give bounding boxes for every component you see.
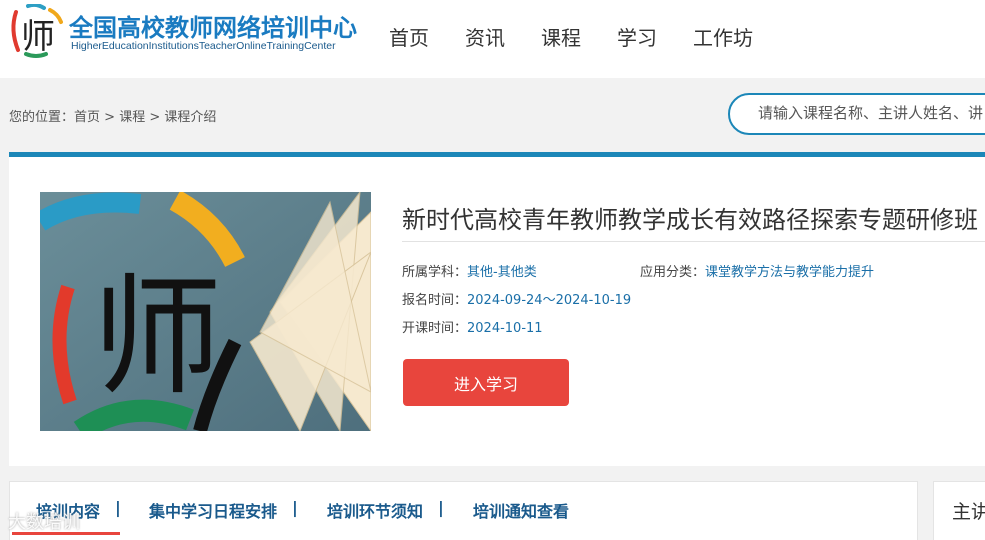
site-header: 师 全国高校教师网络培训中心 HigherEducationInstitutio… <box>0 0 985 78</box>
enroll-time-value: 2024-09-24～2024-10-19 <box>467 293 632 308</box>
search-input[interactable] <box>758 104 985 122</box>
tab-separator: | <box>438 498 444 517</box>
tab-separator: | <box>292 498 298 517</box>
course-tabs: 培训内容 | 集中学习日程安排 | 培训环节须知 | 培训通知查看 <box>9 481 918 540</box>
subject-label: 所属学科： <box>402 265 468 280</box>
tab-schedule[interactable]: 集中学习日程安排 <box>149 498 277 522</box>
breadcrumb-separator: > <box>145 110 165 125</box>
lecturer-panel: 主讲 <box>933 481 985 540</box>
enter-learning-button[interactable]: 进入学习 <box>403 359 569 406</box>
nav-courses[interactable]: 课程 <box>541 22 581 51</box>
logo-title[interactable]: 全国高校教师网络培训中心 <box>69 8 357 43</box>
enroll-time-row: 报名时间：2024-09-24～2024-10-19 <box>402 289 631 308</box>
course-title: 新时代高校青年教师教学成长有效路径探索专题研修班 <box>402 206 978 234</box>
nav-news[interactable]: 资讯 <box>465 22 505 51</box>
main-nav: 首页 资讯 课程 学习 工作坊 <box>389 22 789 51</box>
course-card: 师 新时代高校青年教师教学成长有效路径探索专题研修班 所属学科：其他-其他类 应… <box>9 152 985 466</box>
course-cover-image[interactable]: 师 <box>40 192 371 431</box>
tab-notices[interactable]: 培训通知查看 <box>473 498 569 522</box>
category-row: 应用分类：课堂教学方法与教学能力提升 <box>640 261 874 280</box>
category-value: 课堂教学方法与教学能力提升 <box>705 265 875 280</box>
nav-workshop[interactable]: 工作坊 <box>693 22 753 51</box>
enroll-time-label: 报名时间： <box>402 293 468 308</box>
breadcrumb-prefix: 您的位置： <box>9 110 75 125</box>
logo-subtitle: HigherEducationInstitutionsTeacherOnline… <box>71 40 336 52</box>
breadcrumb-courses[interactable]: 课程 <box>119 110 145 125</box>
start-time-label: 开课时间： <box>402 321 468 336</box>
tab-separator: | <box>115 498 121 517</box>
breadcrumb-home[interactable]: 首页 <box>74 110 100 125</box>
breadcrumb-current: 课程介绍 <box>164 110 217 125</box>
breadcrumb: 您的位置：首页 > 课程 > 课程介绍 <box>9 106 216 125</box>
watermark-logo: 大数培训 <box>8 512 80 533</box>
start-time-value: 2024-10-11 <box>467 321 543 336</box>
breadcrumb-separator: > <box>100 110 120 125</box>
cover-illustration: 师 <box>40 192 371 431</box>
svg-text:师: 师 <box>92 261 222 413</box>
search-box <box>728 93 985 135</box>
nav-home[interactable]: 首页 <box>389 22 429 51</box>
subject-row: 所属学科：其他-其他类 <box>402 261 537 280</box>
svg-text:师: 师 <box>21 17 55 57</box>
lecturer-panel-title: 主讲 <box>952 501 985 523</box>
category-label: 应用分类： <box>640 265 706 280</box>
subject-value: 其他-其他类 <box>467 265 537 280</box>
nav-learning[interactable]: 学习 <box>617 22 657 51</box>
logo-icon[interactable]: 师 <box>6 4 66 60</box>
title-divider <box>402 241 985 242</box>
tab-notes[interactable]: 培训环节须知 <box>327 498 423 522</box>
start-time-row: 开课时间：2024-10-11 <box>402 317 543 336</box>
